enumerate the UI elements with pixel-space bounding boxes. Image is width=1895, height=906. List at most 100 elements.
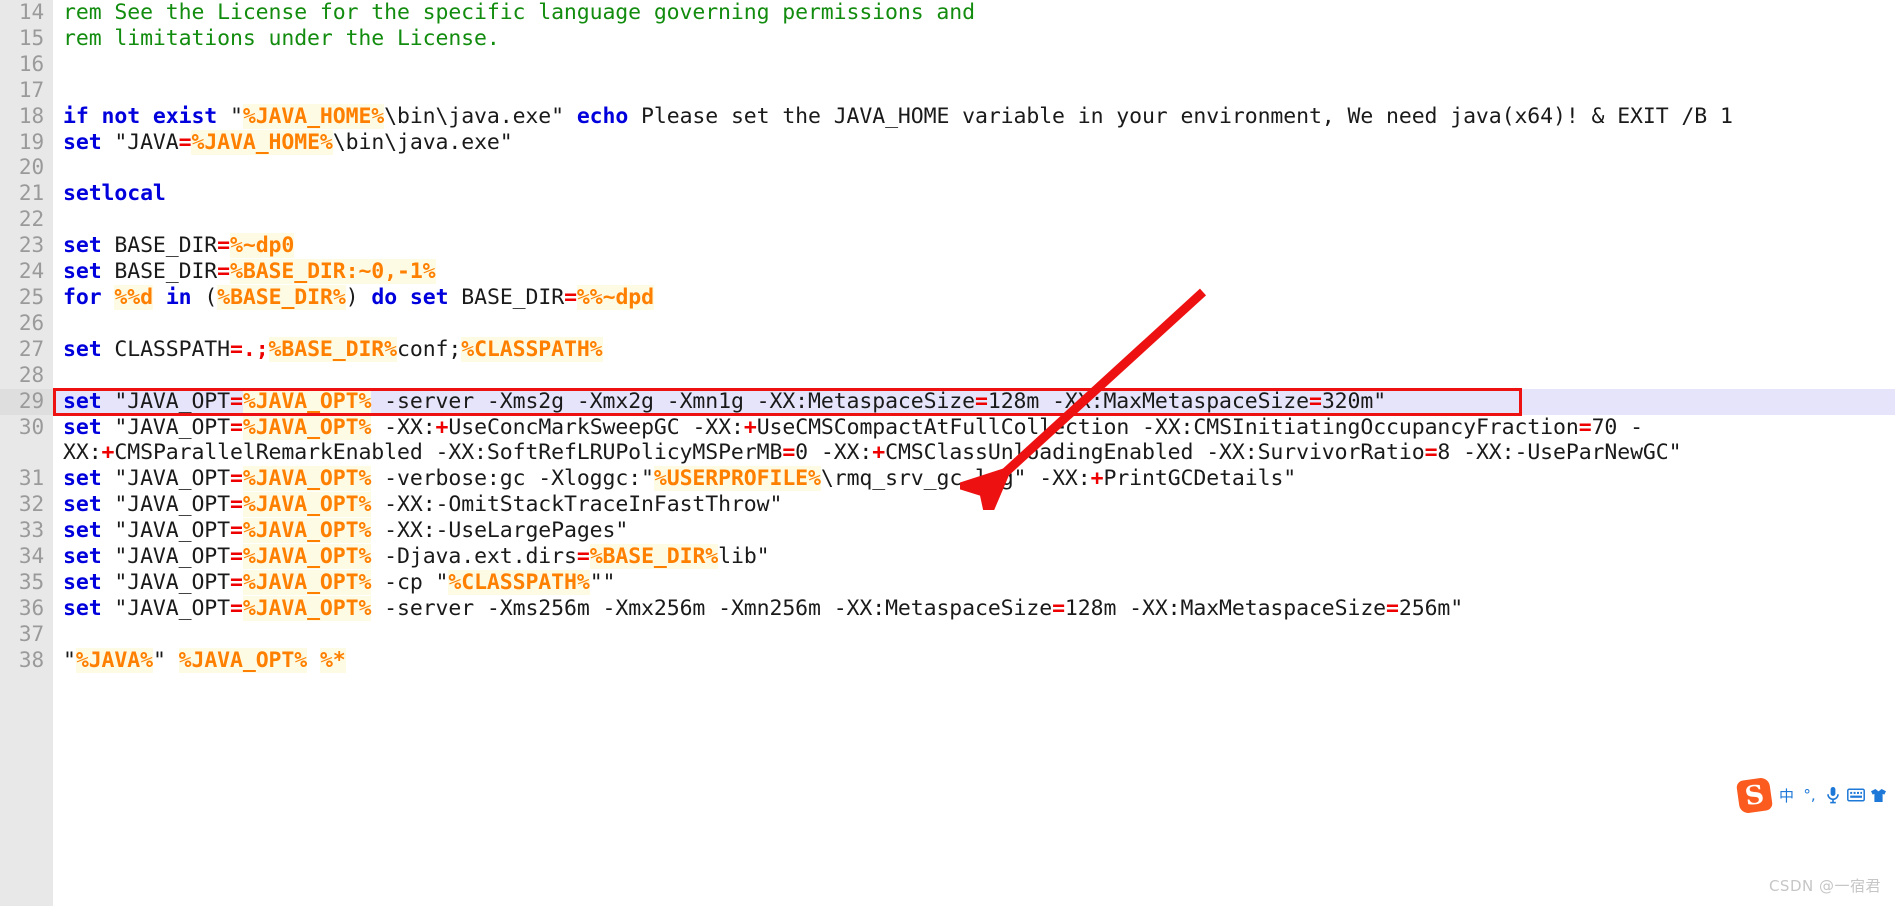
sogou-ime-toolbar[interactable]: S 中 °, xyxy=(1735,776,1893,814)
code-token-plain: \bin\java.exe" xyxy=(384,103,577,129)
code-line-text[interactable] xyxy=(53,52,1895,78)
code-line-text[interactable]: set "JAVA_OPT=%JAVA_OPT% -XX:-OmitStackT… xyxy=(53,492,1895,518)
code-line-text[interactable] xyxy=(53,78,1895,104)
code-token-var: %%d xyxy=(114,284,153,310)
code-line[interactable]: 30 set "JAVA_OPT=%JAVA_OPT% -XX:+UseConcM… xyxy=(0,414,1895,467)
code-token-plain: UseConcMarkSweepGC -XX: xyxy=(448,414,744,440)
voice-input-icon[interactable] xyxy=(1822,783,1843,807)
code-line-text[interactable]: set BASE_DIR=%~dp0 xyxy=(53,233,1895,259)
code-token-var: %USERPROFILE% xyxy=(653,466,821,492)
code-token-plain: BASE_DIR xyxy=(101,233,218,259)
code-token-plain: "JAVA_OPT xyxy=(101,492,230,518)
code-line-text[interactable]: if not exist "%JAVA_HOME%\bin\java.exe" … xyxy=(53,103,1895,130)
code-token-plain: "JAVA_OPT xyxy=(101,518,230,544)
code-line[interactable]: 32 set "JAVA_OPT=%JAVA_OPT% -XX:-OmitStac… xyxy=(0,492,1895,519)
code-line-text[interactable]: set "JAVA_OPT=%JAVA_OPT% -Djava.ext.dirs… xyxy=(53,544,1895,570)
code-line[interactable]: 21 setlocal xyxy=(0,181,1895,208)
code-line-text[interactable]: rem See the License for the specific lan… xyxy=(53,0,1895,26)
code-line-text[interactable]: rem limitations under the License. xyxy=(53,26,1895,52)
code-token-kw: for xyxy=(63,284,102,310)
sogou-logo-icon[interactable]: S xyxy=(1735,776,1774,814)
code-line[interactable]: 36 set "JAVA_OPT=%JAVA_OPT% -server -Xms2… xyxy=(0,595,1895,622)
code-line[interactable]: 20 xyxy=(0,155,1895,182)
code-line-text[interactable]: set "JAVA_OPT=%JAVA_OPT% -server -Xms2g … xyxy=(53,388,1895,415)
code-line[interactable]: 17 xyxy=(0,77,1895,104)
code-line-text[interactable]: set "JAVA_OPT=%JAVA_OPT% -verbose:gc -Xl… xyxy=(53,466,1895,492)
code-line[interactable]: 19 set "JAVA=%JAVA_HOME%\bin\java.exe" xyxy=(0,129,1895,156)
line-number: 31 xyxy=(0,466,53,493)
code-line[interactable]: 15 rem limitations under the License. xyxy=(0,25,1895,52)
code-line-text[interactable]: set "JAVA=%JAVA_HOME%\bin\java.exe" xyxy=(53,129,1895,156)
code-token-plain: -XX:-OmitStackTraceInFastThrow" xyxy=(371,492,783,518)
code-line-text[interactable] xyxy=(53,622,1895,648)
soft-keyboard-icon[interactable] xyxy=(1845,783,1866,807)
code-token-cmt: rem See the License for the specific lan… xyxy=(63,0,975,25)
code-line-text[interactable]: setlocal xyxy=(53,181,1895,207)
code-editor[interactable]: 14 rem See the License for the specific l… xyxy=(0,0,1895,906)
code-line[interactable]: 34 set "JAVA_OPT=%JAVA_OPT% -Djava.ext.di… xyxy=(0,544,1895,570)
code-token-kw: set xyxy=(63,388,102,414)
chinese-mode-icon[interactable]: 中 xyxy=(1776,783,1797,807)
code-line-text[interactable]: for %%d in (%BASE_DIR%) do set BASE_DIR=… xyxy=(53,284,1895,311)
csdn-watermark: CSDN @一宿君 xyxy=(1768,877,1881,895)
code-line[interactable]: 28 xyxy=(0,362,1895,389)
code-token-plain: BASE_DIR xyxy=(448,284,565,310)
skin-shirt-icon[interactable] xyxy=(1868,783,1889,807)
code-line-text[interactable]: set CLASSPATH=.;%BASE_DIR%conf;%CLASSPAT… xyxy=(53,336,1895,363)
code-line-text[interactable] xyxy=(53,155,1895,181)
code-line[interactable]: 29 set "JAVA_OPT=%JAVA_OPT% -server -Xms2… xyxy=(0,388,1895,415)
code-token-plain: UseCMSCompactAtFullCollection -XX:CMSIni… xyxy=(756,414,1579,440)
code-token-plain: 0 -XX: xyxy=(795,440,873,466)
code-token-plain: 320m" xyxy=(1321,388,1387,414)
code-token-var: %JAVA_OPT% xyxy=(242,544,372,570)
code-line-text[interactable]: set "JAVA_OPT=%JAVA_OPT% -XX:+UseConcMar… xyxy=(53,414,1895,467)
line-number: 32 xyxy=(0,492,53,519)
line-number: 30 xyxy=(0,414,53,441)
line-number: 14 xyxy=(0,0,53,26)
line-number: 37 xyxy=(0,621,53,648)
code-token-plain: 128m -XX:MaxMetaspaceSize xyxy=(987,388,1309,414)
code-line-text[interactable] xyxy=(53,363,1895,389)
code-token-plain: -Djava.ext.dirs xyxy=(371,544,577,570)
code-line[interactable]: 18 if not exist "%JAVA_HOME%\bin\java.exe… xyxy=(0,103,1895,130)
code-line[interactable]: 16 xyxy=(0,51,1895,78)
code-line[interactable]: 27 set CLASSPATH=.;%BASE_DIR%conf;%CLASSP… xyxy=(0,336,1895,363)
code-line-text[interactable]: set "JAVA_OPT=%JAVA_OPT% -XX:-UseLargePa… xyxy=(53,518,1895,544)
code-token-op: + xyxy=(872,440,886,466)
code-line-text[interactable]: set "JAVA_OPT=%JAVA_OPT% -server -Xms256… xyxy=(53,595,1895,622)
code-token-var: %JAVA_OPT% xyxy=(242,569,372,595)
code-line[interactable]: 31 set "JAVA_OPT=%JAVA_OPT% -verbose:gc -… xyxy=(0,466,1895,493)
code-token-op: = xyxy=(178,129,192,155)
code-line-text[interactable]: set BASE_DIR=%BASE_DIR:~0,-1% xyxy=(53,259,1895,285)
code-line[interactable]: 25 for %%d in (%BASE_DIR%) do set BASE_DI… xyxy=(0,284,1895,311)
code-token-op: = xyxy=(230,492,243,518)
code-line[interactable]: 22 xyxy=(0,207,1895,234)
code-line-text[interactable] xyxy=(53,311,1895,337)
code-line[interactable]: 37 xyxy=(0,621,1895,648)
code-token-plain: conf; xyxy=(397,336,462,362)
code-line-text[interactable]: "%JAVA%" %JAVA_OPT% %* xyxy=(53,647,1895,674)
code-line[interactable]: 33 set "JAVA_OPT=%JAVA_OPT% -XX:-UseLarge… xyxy=(0,518,1895,545)
code-token-kw: set xyxy=(63,544,102,570)
code-line[interactable]: 23 set BASE_DIR=%~dp0 xyxy=(0,233,1895,260)
code-line[interactable]: 35 set "JAVA_OPT=%JAVA_OPT% -cp "%CLASSPA… xyxy=(0,569,1895,596)
code-area[interactable]: 14 rem See the License for the specific l… xyxy=(0,0,1895,674)
code-token-var: %CLASSPATH% xyxy=(461,336,603,362)
line-number: 16 xyxy=(0,51,53,78)
code-token-op: = xyxy=(975,388,988,414)
code-token-plain: "JAVA_OPT xyxy=(101,569,230,595)
code-token-kw: echo xyxy=(576,103,629,129)
code-token-plain: lib" xyxy=(718,544,770,570)
code-token-op: + xyxy=(743,414,757,440)
code-line-text[interactable]: set "JAVA_OPT=%JAVA_OPT% -cp "%CLASSPATH… xyxy=(53,569,1895,596)
code-line[interactable]: 26 xyxy=(0,310,1895,337)
punctuation-mode-icon[interactable]: °, xyxy=(1799,783,1820,807)
code-line[interactable]: 24 set BASE_DIR=%BASE_DIR:~0,-1% xyxy=(0,259,1895,285)
code-line[interactable]: 14 rem See the License for the specific l… xyxy=(0,0,1895,26)
code-line-text[interactable] xyxy=(53,207,1895,233)
code-token-op: + xyxy=(1090,466,1104,492)
line-number: 22 xyxy=(0,207,53,234)
code-token-op: = xyxy=(230,595,243,621)
code-line[interactable]: 38 "%JAVA%" %JAVA_OPT% %* xyxy=(0,647,1895,674)
line-number: 24 xyxy=(0,259,53,285)
